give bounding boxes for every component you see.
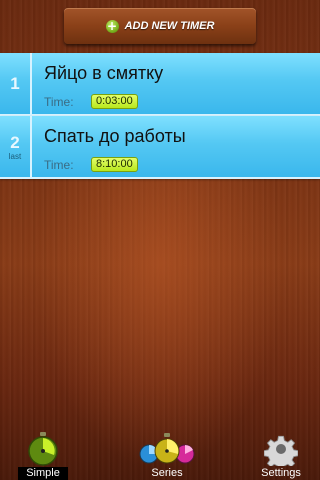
tab-bar: Simple Series Settings [0, 428, 320, 480]
timer-index: 1 [0, 53, 32, 114]
time-label: Time: [44, 95, 74, 109]
tab-series[interactable]: Series [137, 428, 197, 480]
tab-simple[interactable]: Simple [18, 428, 68, 480]
add-new-timer-label: ADD NEW TIMER [124, 20, 215, 32]
time-value-badge: 8:10:00 [91, 157, 138, 172]
timer-index-number: 2 [10, 132, 20, 152]
gear-icon [264, 435, 298, 466]
add-new-timer-button[interactable]: + ADD NEW TIMER [64, 8, 256, 44]
tab-simple-label: Simple [18, 467, 68, 480]
timer-row[interactable]: 2 last Спать до работы Time: 8:10:00 [0, 116, 320, 179]
time-label: Time: [44, 158, 74, 172]
timer-list: 1 Яйцо в смятку Time: 0:03:00 2 last Спа… [0, 53, 320, 179]
timer-name: Яйцо в смятку [44, 63, 164, 83]
timer-index-number: 1 [10, 73, 20, 93]
timer-row[interactable]: 1 Яйцо в смятку Time: 0:03:00 [0, 53, 320, 116]
timer-name: Спать до работы [44, 126, 186, 146]
plus-icon: + [105, 18, 119, 33]
green-timer-icon [28, 432, 58, 466]
time-value-badge: 0:03:00 [91, 94, 138, 109]
top-bar: + ADD NEW TIMER [0, 0, 320, 52]
tab-settings-label: Settings [261, 467, 301, 479]
series-timers-icon [139, 433, 195, 464]
timer-index: 2 last [0, 116, 32, 177]
tab-series-label: Series [151, 467, 183, 479]
tab-settings[interactable]: Settings [259, 428, 303, 480]
timer-index-tag: last [8, 151, 22, 161]
